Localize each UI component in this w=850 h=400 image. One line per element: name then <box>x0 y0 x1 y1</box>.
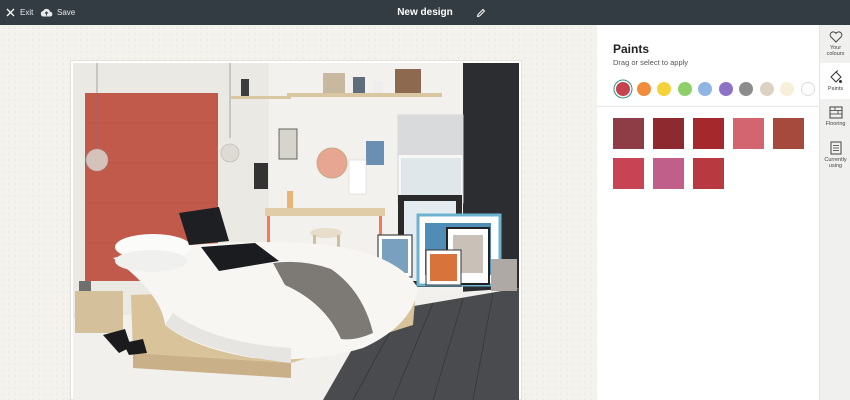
save-button[interactable]: Save <box>40 0 75 25</box>
paint-swatch[interactable] <box>733 118 764 149</box>
color-filter-dot[interactable] <box>636 82 651 96</box>
panel-divider <box>597 106 819 107</box>
bedroom-scene <box>73 63 519 400</box>
color-filter-dot[interactable] <box>739 82 753 96</box>
rail-label-currently-using: Currently using <box>824 156 847 170</box>
paint-swatch[interactable] <box>613 158 644 189</box>
rail-label-your-colours: Your colours <box>826 44 845 58</box>
color-filter-dot[interactable] <box>759 82 774 96</box>
paint-swatch[interactable] <box>693 158 724 189</box>
close-icon <box>6 8 15 17</box>
cloud-upload-icon <box>40 8 53 17</box>
rail-item-paints[interactable]: Paints <box>820 63 850 99</box>
color-filter-dot[interactable] <box>616 82 630 96</box>
side-rail: Your colours Paints Flooring Currently u… <box>819 25 850 400</box>
paint-swatch[interactable] <box>693 118 724 149</box>
exit-button[interactable]: Exit <box>6 0 33 25</box>
pencil-icon <box>476 8 486 17</box>
list-icon <box>830 141 841 154</box>
panel-subtitle: Drag or select to apply <box>613 58 689 67</box>
paint-swatch[interactable] <box>613 118 644 149</box>
color-filter-dot[interactable] <box>780 82 794 96</box>
rail-label-flooring: Flooring <box>825 121 846 128</box>
flooring-icon <box>829 106 842 119</box>
color-filter-dot[interactable] <box>657 82 671 96</box>
edit-title-button[interactable] <box>476 0 486 25</box>
color-filter-dot[interactable] <box>718 82 733 96</box>
paint-roller-icon <box>829 69 842 83</box>
rail-label-paints: Paints <box>827 85 844 92</box>
color-filter-dot[interactable] <box>677 82 692 96</box>
color-filter-dot[interactable] <box>800 82 815 96</box>
color-filter-dot[interactable] <box>698 82 712 96</box>
top-bar: Exit Save New design <box>0 0 850 25</box>
exit-label: Exit <box>20 8 34 17</box>
rail-item-flooring[interactable]: Flooring <box>820 101 850 133</box>
paint-swatch[interactable] <box>653 118 684 149</box>
paints-panel: Paints Drag or select to apply <box>597 25 819 400</box>
rail-item-your-colours[interactable]: Your colours <box>820 25 850 63</box>
heart-icon <box>829 30 842 43</box>
paint-swatch[interactable] <box>653 158 684 189</box>
rail-item-currently-using[interactable]: Currently using <box>820 135 850 175</box>
save-label: Save <box>57 8 76 17</box>
panel-title: Paints <box>613 42 650 56</box>
design-title: New design <box>397 7 453 18</box>
paint-swatch[interactable] <box>773 118 804 149</box>
room-photo[interactable] <box>73 63 519 400</box>
